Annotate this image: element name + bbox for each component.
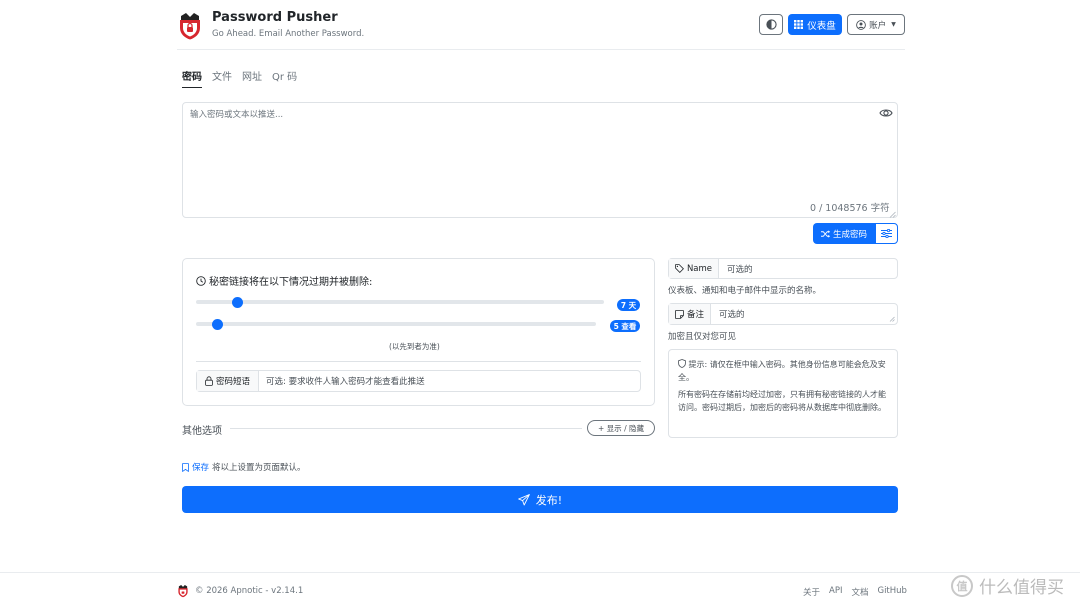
sliders-icon (881, 229, 892, 238)
views-badge: 5 查看 (610, 320, 640, 332)
sticky-note-icon (675, 309, 684, 319)
name-label-text: Name (686, 263, 713, 274)
bookmark-icon (182, 462, 189, 472)
show-hide-options-button[interactable]: + 显示 / 隐藏 (587, 420, 655, 436)
eye-icon[interactable] (879, 107, 893, 119)
watermark-text: 什么值得买 (979, 578, 1064, 598)
footer-link-about[interactable]: 关于 (803, 586, 820, 598)
name-help-text: 仪表板、通知和电子邮件中显示的名称。 (668, 286, 822, 296)
tab-password[interactable]: 密码 (182, 68, 202, 88)
tab-qr[interactable]: Qr 码 (272, 68, 297, 88)
theme-toggle-button[interactable] (759, 14, 783, 35)
dashboard-button[interactable]: 仪表盘 (788, 14, 842, 35)
other-options-divider (230, 428, 582, 429)
save-defaults-text: 将以上设置为页面默认。 (212, 463, 306, 473)
expiration-title: 秘密链接将在以下情况过期并被删除: (196, 273, 372, 288)
user-circle-icon (856, 19, 867, 30)
days-slider-thumb[interactable] (231, 296, 243, 308)
footer-divider (0, 572, 1080, 573)
expiration-title-text: 秘密链接将在以下情况过期并被删除: (209, 277, 373, 288)
note-help-text: 加密且仅对您可见 (668, 332, 737, 342)
app-logo[interactable] (177, 12, 203, 40)
days-badge: 7 天 (617, 299, 640, 311)
push-type-tabs: 密码 文件 网址 Qr 码 (182, 68, 297, 88)
other-options-label: 其他选项 (182, 426, 222, 437)
tab-file[interactable]: 文件 (212, 68, 232, 88)
footer-link-api[interactable]: API (829, 586, 842, 598)
security-tip-card: 提示: 请仅在框中输入密码。其他身份信息可能会危及安全。 所有密码在存储前均经过… (668, 349, 898, 438)
name-group: Name 可选的 (668, 258, 898, 279)
shield-icon (678, 359, 686, 368)
expiration-divider (196, 361, 641, 362)
resize-handle-icon[interactable] (889, 316, 895, 322)
footer-link-github[interactable]: GitHub (877, 586, 906, 598)
tip-text-1: 提示: 请仅在框中输入密码。其他身份信息可能会危及安全。 (678, 360, 886, 382)
footer-links: 关于 API 文档 GitHub (803, 586, 907, 598)
generate-password-label: 生成密码 (832, 229, 867, 240)
passphrase-input[interactable]: 可选: 要求收件人输入密码才能查看此推送 (259, 371, 640, 391)
publish-button[interactable]: 发布! (182, 486, 898, 513)
save-defaults-link[interactable]: 保存 (192, 461, 209, 473)
watermark: 值 什么值得买 (951, 573, 1064, 598)
account-label: 账户 (869, 20, 887, 31)
resize-handle-icon[interactable] (889, 210, 896, 218)
footer-copyright: © 2026 Apnotic - v2.14.1 (195, 586, 304, 596)
views-slider-track (196, 322, 596, 326)
tip-text-2: 所有密码在存储前均经过加密，只有拥有秘密链接的人才能访问。密码过期后，加密后的密… (678, 390, 886, 412)
brand-tagline: Go Ahead. Email Another Password. (212, 29, 365, 39)
caret-down-icon: ▼ (891, 21, 896, 28)
name-input[interactable]: 可选的 (719, 259, 897, 278)
character-count: 0 / 1048576 字符 (810, 203, 890, 214)
brand-title[interactable]: Password Pusher (212, 10, 338, 25)
grid-icon (794, 20, 804, 29)
note-label: 备注 (669, 304, 711, 324)
tip-first-paragraph: 提示: 请仅在框中输入密码。其他身份信息可能会危及安全。 (678, 359, 888, 384)
watermark-badge: 值 (951, 574, 973, 597)
dashboard-label: 仪表盘 (807, 20, 836, 32)
footer-logo (177, 584, 189, 598)
tab-url[interactable]: 网址 (242, 68, 262, 88)
send-icon (517, 493, 530, 505)
note-placeholder: 可选的 (719, 310, 745, 320)
generate-password-button[interactable]: 生成密码 (813, 223, 875, 244)
header-divider (177, 49, 905, 50)
passphrase-label-text: 密码短语 (215, 377, 250, 387)
save-defaults-row: 保存 将以上设置为页面默认。 (182, 461, 306, 473)
passphrase-group: 密码短语 可选: 要求收件人输入密码才能查看此推送 (196, 370, 641, 392)
account-dropdown-button[interactable]: 账户 ▼ (847, 14, 905, 35)
note-label-text: 备注 (686, 310, 704, 320)
name-label: Name (669, 259, 719, 278)
days-slider[interactable] (196, 296, 604, 308)
views-slider[interactable] (196, 318, 596, 330)
tag-icon (675, 264, 684, 273)
whichever-first-note: (以先到者为准) (389, 342, 440, 351)
generator-settings-button[interactable] (875, 223, 898, 244)
clock-icon (196, 275, 206, 286)
shuffle-icon (820, 229, 830, 238)
publish-label: 发布! (535, 493, 563, 507)
payload-textarea[interactable] (182, 102, 898, 218)
note-group: 备注 可选的 (668, 303, 898, 325)
payload-placeholder: 输入密码或文本以推送... (190, 110, 284, 120)
views-slider-thumb[interactable] (211, 318, 223, 330)
lock-icon (205, 376, 213, 386)
days-slider-track (196, 300, 604, 304)
note-textarea[interactable]: 可选的 (711, 304, 897, 324)
footer-link-docs[interactable]: 文档 (851, 586, 868, 598)
passphrase-label: 密码短语 (197, 371, 259, 391)
contrast-icon (765, 19, 777, 30)
